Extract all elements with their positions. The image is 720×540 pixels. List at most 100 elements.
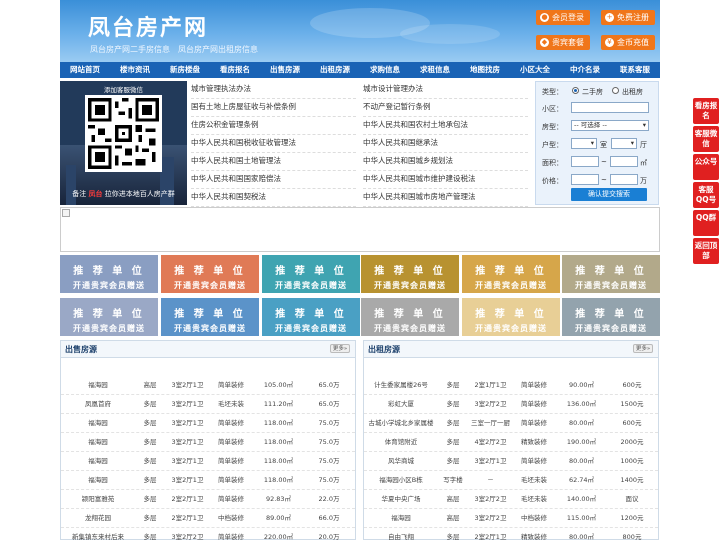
law-link[interactable]: 中华人民共和国城乡规划法 [363,153,528,171]
law-link[interactable]: 不动产登记暂行条例 [363,99,528,117]
recommended-unit-tile[interactable]: 推 荐 单 位开通贵宾会员赠送 [161,255,259,293]
recommended-unit-tile[interactable]: 推 荐 单 位开通贵宾会员赠送 [60,255,158,293]
vip-package-button[interactable]: ◆ 贵宾套餐 [536,35,590,50]
recommended-unit-tile[interactable]: 推 荐 单 位开通贵宾会员赠送 [262,298,360,336]
law-link[interactable]: 中华人民共和国农村土地承包法 [363,117,528,135]
law-link[interactable]: 城市设计管理办法 [363,81,528,99]
rooms-select[interactable]: ▾ [571,138,597,149]
login-button[interactable]: ● 会员登录 [536,10,590,25]
listing-estate[interactable]: 龙翔花园 [61,509,135,528]
nav-new-homes[interactable]: 新房楼盘 [160,62,210,78]
listing-row[interactable]: 福海园 多层 3室2厅1卫 简单装修 118.00㎡ 75.0万 [61,414,355,433]
listing-estate[interactable]: 彩虹大厦 [364,395,438,414]
listing-row[interactable]: 新集镇东来村后来 多层 3室2厅2卫 简单装修 220.00㎡ 20.0万 [61,528,355,540]
listing-row[interactable]: 福海园 高层 3室2厅2卫 中档装修 115.00㎡ 1200元 [364,509,658,528]
listing-row[interactable]: 福海园小区B栋 写字楼 － 毛坯未装 62.74㎡ 1400元 [364,471,658,490]
listing-row[interactable]: 古城小学城北乡家属楼 多层 三室一厅一厨 简单装修 80.00㎡ 600元 [364,414,658,433]
recommended-unit-tile[interactable]: 推 荐 单 位开通贵宾会员赠送 [462,255,560,293]
listing-row[interactable]: 福海园 多层 3室2厅1卫 简单装修 118.00㎡ 75.0万 [61,471,355,490]
recommended-unit-tile[interactable]: 推 荐 单 位开通贵宾会员赠送 [60,298,158,336]
site-subtitle[interactable]: 凤台房产网二手房信息 凤台房产网出租房信息 [90,44,258,55]
law-link[interactable]: 中华人民共和国城市维护建设税法 [363,171,528,189]
listing-estate[interactable]: 福海园 [364,509,438,528]
listing-estate[interactable]: 福海园 [61,452,135,471]
recommended-unit-tile[interactable]: 推 荐 单 位开通贵宾会员赠送 [361,298,459,336]
site-logo[interactable]: 凤台房产网 [88,10,208,42]
nav-want-rent[interactable]: 求租信息 [410,62,460,78]
more-button[interactable]: 更多» [330,344,350,353]
listing-row[interactable]: 彩虹大厦 多层 3室2厅2卫 简单装修 136.00㎡ 1500元 [364,395,658,414]
nav-agents[interactable]: 中介名录 [560,62,610,78]
listing-estate[interactable]: 福海园 [61,471,135,490]
sidebar-back-to-top[interactable]: 返回顶部 [693,238,719,264]
recommended-unit-tile[interactable]: 推 荐 单 位开通贵宾会员赠送 [562,298,660,336]
sidebar-qq[interactable]: 客服QQ号 [693,182,719,208]
area-min-input[interactable] [571,156,599,167]
sidebar-qq-group[interactable]: QQ群 [693,210,719,236]
listing-row[interactable]: 凤凰首府 多层 3室2厅1卫 毛坯未装 111.20㎡ 65.0万 [61,395,355,414]
nav-viewing-signup[interactable]: 看房报名 [210,62,260,78]
sidebar-official-account[interactable]: 公众号 [693,154,719,180]
nav-home[interactable]: 网站首页 [60,62,110,78]
recommended-unit-tile[interactable]: 推 荐 单 位开通贵宾会员赠送 [562,255,660,293]
recommended-unit-tile[interactable]: 推 荐 单 位开通贵宾会员赠送 [161,298,259,336]
law-link[interactable]: 中华人民共和国城市房地产管理法 [363,189,528,207]
law-link[interactable]: 中华人民共和国继承法 [363,135,528,153]
law-link[interactable]: 中华人民共和国契税法 [191,189,356,207]
listing-row[interactable]: 风华商城 多层 3室2厅1卫 简单装修 80.00㎡ 1000元 [364,452,658,471]
listing-estate[interactable]: 福海园 [61,414,135,433]
listing-row[interactable]: 体育馆附近 多层 4室2厅2卫 精致装修 190.00㎡ 2000元 [364,433,658,452]
recommended-unit-tile[interactable]: 推 荐 单 位开通贵宾会员赠送 [361,255,459,293]
recharge-button[interactable]: ¥ 金币充值 [601,35,655,50]
nav-support[interactable]: 联系客服 [610,62,660,78]
law-link[interactable]: 中华人民共和国税收征收管理法 [191,135,356,153]
nav-for-sale[interactable]: 出售房源 [260,62,310,78]
listing-row[interactable]: 福海园 多层 3室2厅1卫 简单装修 118.00㎡ 75.0万 [61,433,355,452]
listing-estate[interactable]: 福海园 [61,433,135,452]
listing-row[interactable]: 福海园 多层 3室2厅1卫 简单装修 118.00㎡ 75.0万 [61,452,355,471]
listing-estate[interactable]: 新集镇东来村后来 [61,528,135,540]
radio-sale[interactable] [572,87,579,94]
recommended-unit-tile[interactable]: 推 荐 单 位开通贵宾会员赠送 [462,298,560,336]
listing-estate[interactable]: 福海园 [61,376,135,395]
listing-estate[interactable]: 计生委家属楼26号 [364,376,438,395]
law-link[interactable]: 国有土地上房屋征收与补偿条例 [191,99,356,117]
halls-select[interactable]: ▾ [611,138,637,149]
listing-estate[interactable]: 风华商城 [364,452,438,471]
price-min-input[interactable] [571,174,599,185]
more-button[interactable]: 更多» [633,344,653,353]
search-submit-button[interactable]: 确认提交搜索 [571,188,647,201]
radio-rent[interactable] [612,87,619,94]
law-link[interactable]: 住房公积金管理条例 [191,117,356,135]
estate-input[interactable] [571,102,649,113]
sidebar-wechat[interactable]: 客服微信 [693,126,719,152]
area-max-input[interactable] [610,156,638,167]
law-link[interactable]: 中华人民共和国国家赔偿法 [191,171,356,189]
listing-row[interactable]: 华夏中央广场 高层 3室2厅2卫 毛坯未装 140.00㎡ 面议 [364,490,658,509]
nav-want-buy[interactable]: 求购信息 [360,62,410,78]
listing-estate[interactable]: 古城小学城北乡家属楼 [364,414,438,433]
listing-estate[interactable]: 凤凰首府 [61,395,135,414]
register-button[interactable]: + 免费注册 [601,10,655,25]
nav-news[interactable]: 楼市资讯 [110,62,160,78]
listing-estate[interactable]: 自由飞翔 [364,528,438,540]
nav-for-rent[interactable]: 出租房源 [310,62,360,78]
listing-row[interactable]: 颍阳富雅苑 多层 2室2厅1卫 简单装修 92.83㎡ 22.0万 [61,490,355,509]
law-link[interactable]: 中华人民共和国土地管理法 [191,153,356,171]
room-type-select[interactable]: -- 可选择 -- ▾ [571,120,649,131]
listing-row[interactable]: 龙翔花园 多层 2室2厅1卫 中档装修 89.00㎡ 66.0万 [61,509,355,528]
listing-estate[interactable]: 颍阳富雅苑 [61,490,135,509]
nav-estates[interactable]: 小区大全 [510,62,560,78]
sidebar-viewing-signup[interactable]: 看房报名 [693,98,719,124]
listing-estate[interactable]: 福海园小区B栋 [364,471,438,490]
ad-banner[interactable] [60,207,660,252]
listing-row[interactable]: 计生委家属楼26号 多层 2室1厅1卫 简单装修 90.00㎡ 600元 [364,376,658,395]
listing-row[interactable]: 自由飞翔 多层 2室2厅1卫 精致装修 80.00㎡ 800元 [364,528,658,540]
price-max-input[interactable] [610,174,638,185]
nav-map[interactable]: 地图找房 [460,62,510,78]
listing-estate[interactable]: 体育馆附近 [364,433,438,452]
listing-row[interactable]: 福海园 高层 3室2厅1卫 简单装修 105.00㎡ 65.0万 [61,376,355,395]
listing-estate[interactable]: 华夏中央广场 [364,490,438,509]
recommended-unit-tile[interactable]: 推 荐 单 位开通贵宾会员赠送 [262,255,360,293]
law-link[interactable]: 城市管理执法办法 [191,81,356,99]
